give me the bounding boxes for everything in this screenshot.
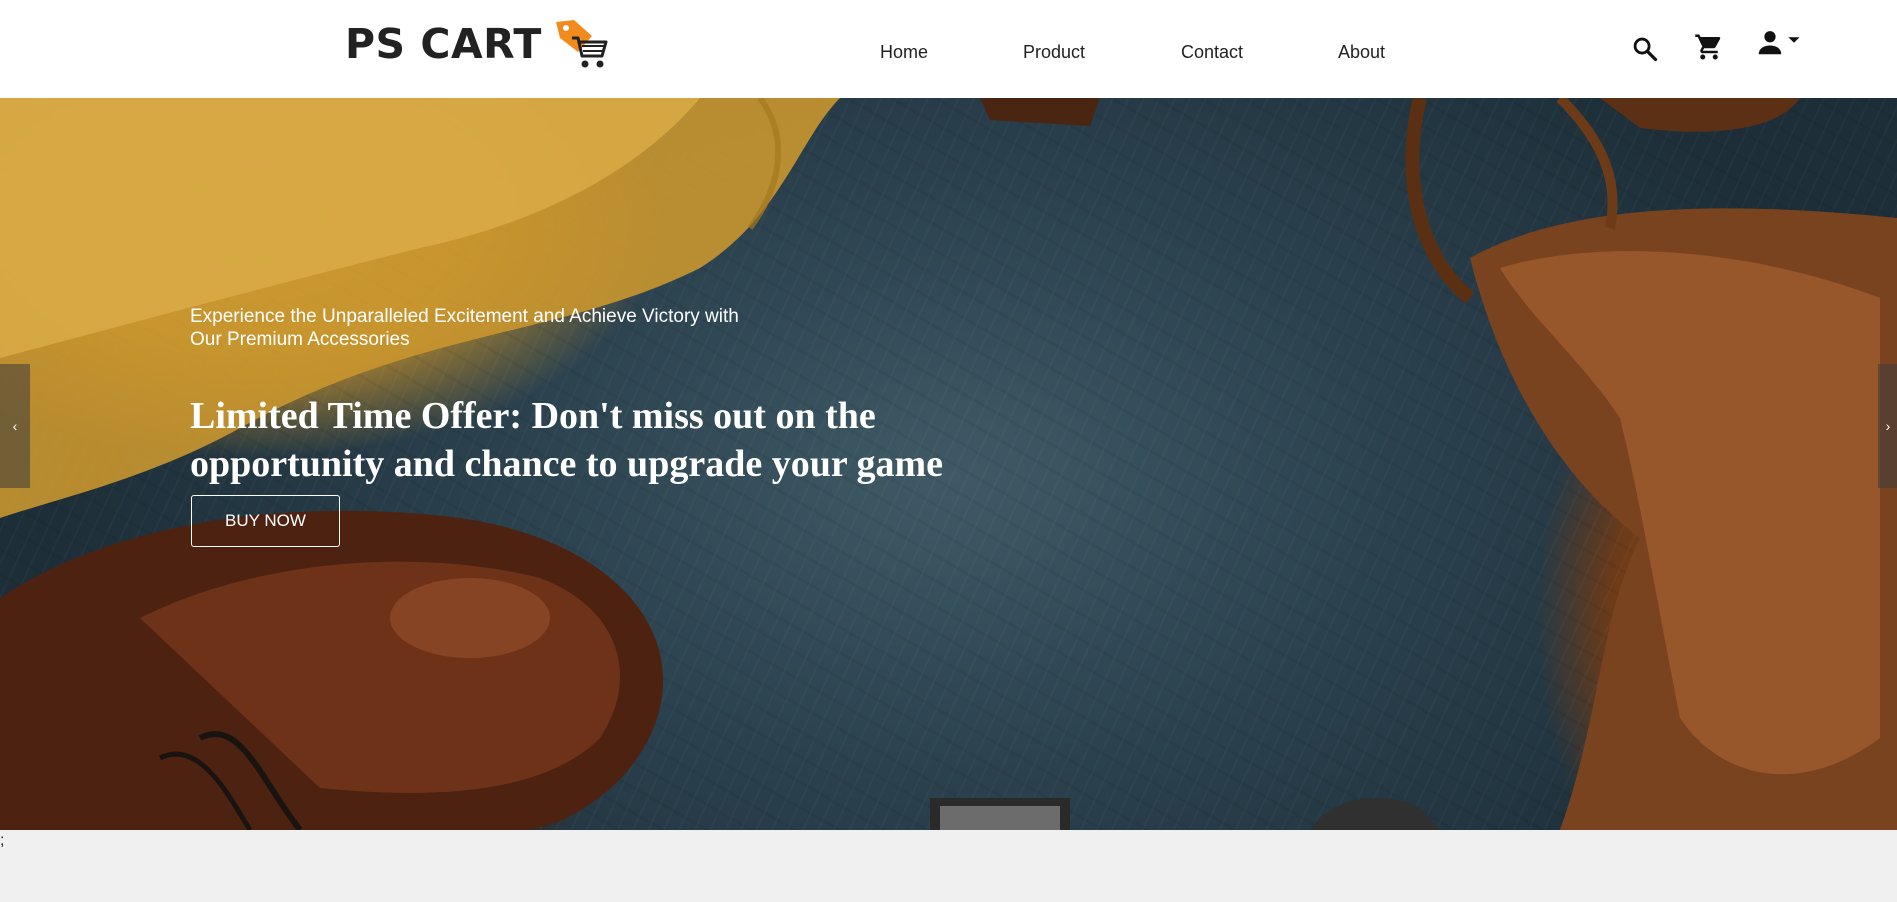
search-icon [1633,37,1658,62]
carousel-next-button[interactable]: › [1878,364,1897,488]
caret-down-icon [1788,37,1800,43]
nav-about[interactable]: About [1338,40,1385,64]
chevron-left-icon: ‹ [12,418,18,434]
buy-now-button[interactable]: BUY NOW [191,495,340,547]
search-button[interactable] [1628,32,1662,66]
hero-title: Limited Time Offer: Don't miss out on th… [190,395,944,485]
stray-text: ; [0,832,5,849]
carousel-prev-button[interactable]: ‹ [0,364,30,488]
nav-home[interactable]: Home [880,40,928,64]
shopping-cart-icon [1695,34,1721,60]
user-menu-button[interactable] [1750,26,1806,60]
hero-banner: Experience the Unparalleled Excitement a… [0,98,1897,830]
user-icon [1758,31,1782,55]
main-nav: Home Product Contact About [0,40,1897,64]
hero-subtitle: Experience the Unparalleled Excitement a… [190,306,739,350]
navbar: PS CART Home Product Contact About [0,0,1897,98]
chevron-right-icon: › [1885,418,1891,434]
cart-button[interactable] [1692,30,1726,64]
nav-product[interactable]: Product [1023,40,1085,64]
nav-contact[interactable]: Contact [1181,40,1243,64]
